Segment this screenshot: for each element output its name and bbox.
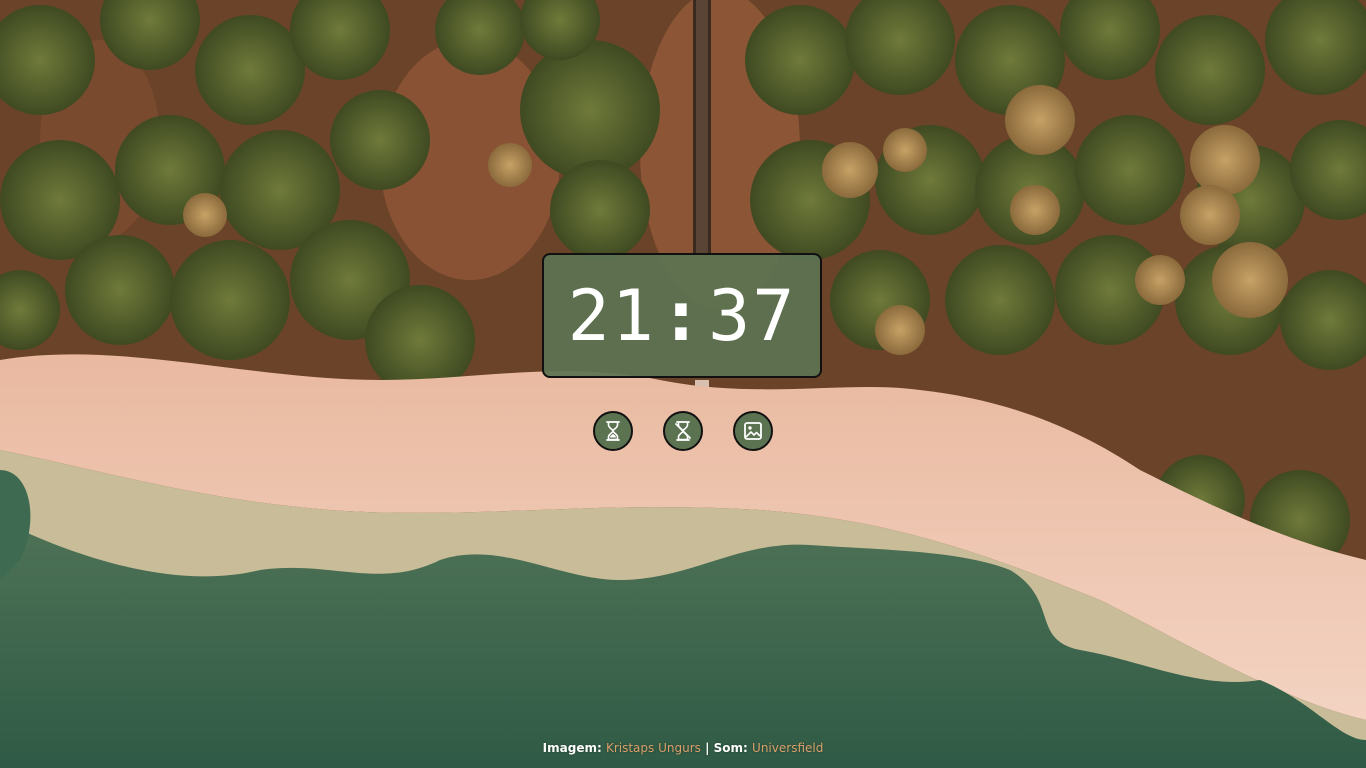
clock-hours: 21 xyxy=(567,274,656,357)
control-buttons xyxy=(593,411,773,451)
change-image-button[interactable] xyxy=(733,411,773,451)
clock-separator: : xyxy=(659,274,705,357)
clock-minutes: 37 xyxy=(708,274,797,357)
hourglass-icon xyxy=(606,421,620,441)
credit-divider: | xyxy=(705,741,710,755)
image-credit-label: Imagem: xyxy=(542,741,602,755)
image-author-link[interactable]: Kristaps Ungurs xyxy=(606,741,701,755)
timer-off-button[interactable] xyxy=(663,411,703,451)
credits-footer: Imagem: Kristaps Ungurs | Som: Universfi… xyxy=(0,741,1366,755)
hourglass-crossed-icon xyxy=(675,421,691,441)
clock-display: 21 : 37 xyxy=(542,253,822,378)
image-icon xyxy=(744,422,762,440)
aerial-landscape-illustration xyxy=(0,0,1366,768)
sound-credit-label: Som: xyxy=(713,741,748,755)
timer-button[interactable] xyxy=(593,411,633,451)
sound-author-link[interactable]: Universfield xyxy=(752,741,823,755)
background-image xyxy=(0,0,1366,768)
